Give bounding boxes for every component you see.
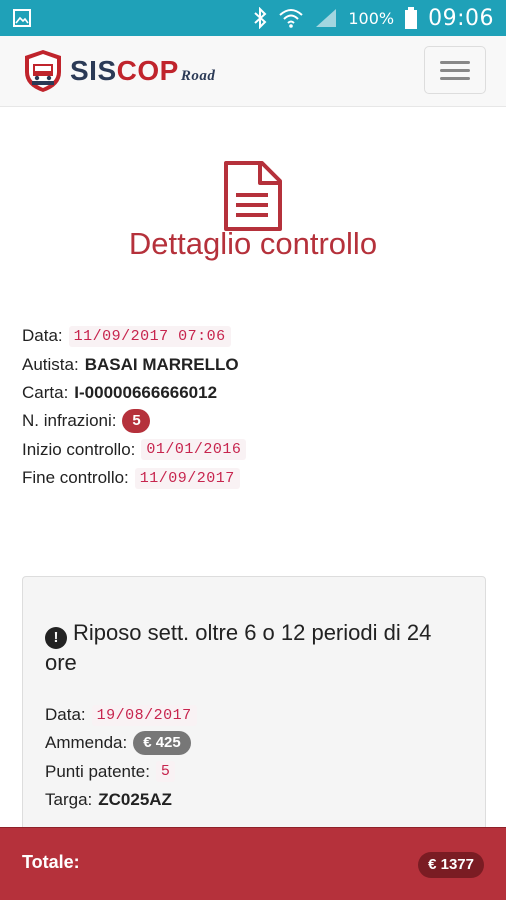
navbar: SISCOP Road — [0, 36, 506, 107]
page-title: Dettaglio controllo — [128, 226, 378, 261]
logo-text: SISCOP Road — [70, 55, 215, 87]
detail-row-data: Data: 11/09/2017 07:06 — [22, 322, 482, 350]
shield-truck-icon — [25, 50, 61, 92]
logo[interactable]: SISCOP Road — [22, 46, 215, 96]
status-bar: 100% 09:06 — [0, 0, 506, 36]
infraction-row-punti: Punti patente: 5 — [45, 758, 465, 786]
exclamation-circle-icon: ! — [45, 627, 67, 649]
fine-value: 11/09/2017 — [134, 467, 240, 489]
targa-value: ZC025AZ — [98, 790, 172, 810]
carta-label: Carta: — [22, 382, 69, 402]
hamburger-menu-icon — [440, 60, 470, 64]
autista-value: BASAI MARRELLO — [84, 354, 239, 374]
logo-cop: COP — [116, 55, 179, 86]
infraction-row-ammenda: Ammenda: € 425 — [45, 729, 465, 757]
infraction-details: Data: 19/08/2017 Ammenda: € 425 Punti pa… — [45, 701, 465, 814]
data-label: Data: — [22, 326, 63, 346]
targa-label: Targa: — [45, 790, 93, 810]
detail-row-autista: Autista: BASAI MARRELLO — [22, 350, 482, 378]
infrazioni-label: N. infrazioni: — [22, 411, 117, 431]
infraction-title-text: Riposo sett. oltre 6 o 12 periodi di 24 … — [45, 620, 432, 675]
wifi-icon — [279, 9, 304, 28]
battery-icon — [405, 7, 418, 29]
punti-label: Punti patente: — [45, 761, 150, 781]
carta-value: I-00000666666012 — [74, 382, 218, 402]
document-icon — [224, 161, 282, 231]
fine-label: Fine controllo: — [22, 468, 129, 488]
control-details: Data: 11/09/2017 07:06 Autista: BASAI MA… — [22, 322, 482, 492]
infraction-row-data: Data: 19/08/2017 — [45, 701, 465, 729]
image-icon — [13, 9, 31, 27]
logo-sis: SIS — [70, 55, 117, 86]
inizio-value: 01/01/2016 — [141, 439, 247, 461]
clock: 09:06 — [428, 5, 494, 31]
detail-row-fine: Fine controllo: 11/09/2017 — [22, 464, 482, 492]
detail-row-inizio: Inizio controllo: 01/01/2016 — [22, 436, 482, 464]
punti-value: 5 — [155, 761, 176, 783]
infraction-row-targa: Targa: ZC025AZ — [45, 786, 465, 814]
hamburger-menu-button[interactable] — [424, 46, 486, 94]
detail-row-carta: Carta: I-00000666666012 — [22, 379, 482, 407]
ammenda-badge: € 425 — [133, 731, 191, 756]
infrazioni-count-badge: 5 — [122, 409, 151, 434]
battery-percent: 100% — [348, 8, 395, 28]
total-badge: € 1377 — [418, 852, 484, 878]
logo-road: Road — [180, 68, 216, 84]
ammenda-label: Ammenda: — [45, 733, 128, 753]
signal-icon — [316, 9, 337, 27]
autista-label: Autista: — [22, 354, 79, 374]
detail-row-infrazioni: N. infrazioni: 5 — [22, 407, 482, 435]
total-footer: Totale: € 1377 — [0, 827, 506, 900]
data-value: 11/09/2017 07:06 — [68, 325, 231, 347]
inizio-label: Inizio controllo: — [22, 439, 136, 459]
infraction-data-label: Data: — [45, 705, 86, 725]
infraction-data-value: 19/08/2017 — [91, 704, 197, 726]
bluetooth-icon — [254, 7, 267, 29]
infraction-title: ! Riposo sett. oltre 6 o 12 periodi di 24… — [45, 619, 465, 677]
total-label: Totale: — [22, 852, 80, 872]
